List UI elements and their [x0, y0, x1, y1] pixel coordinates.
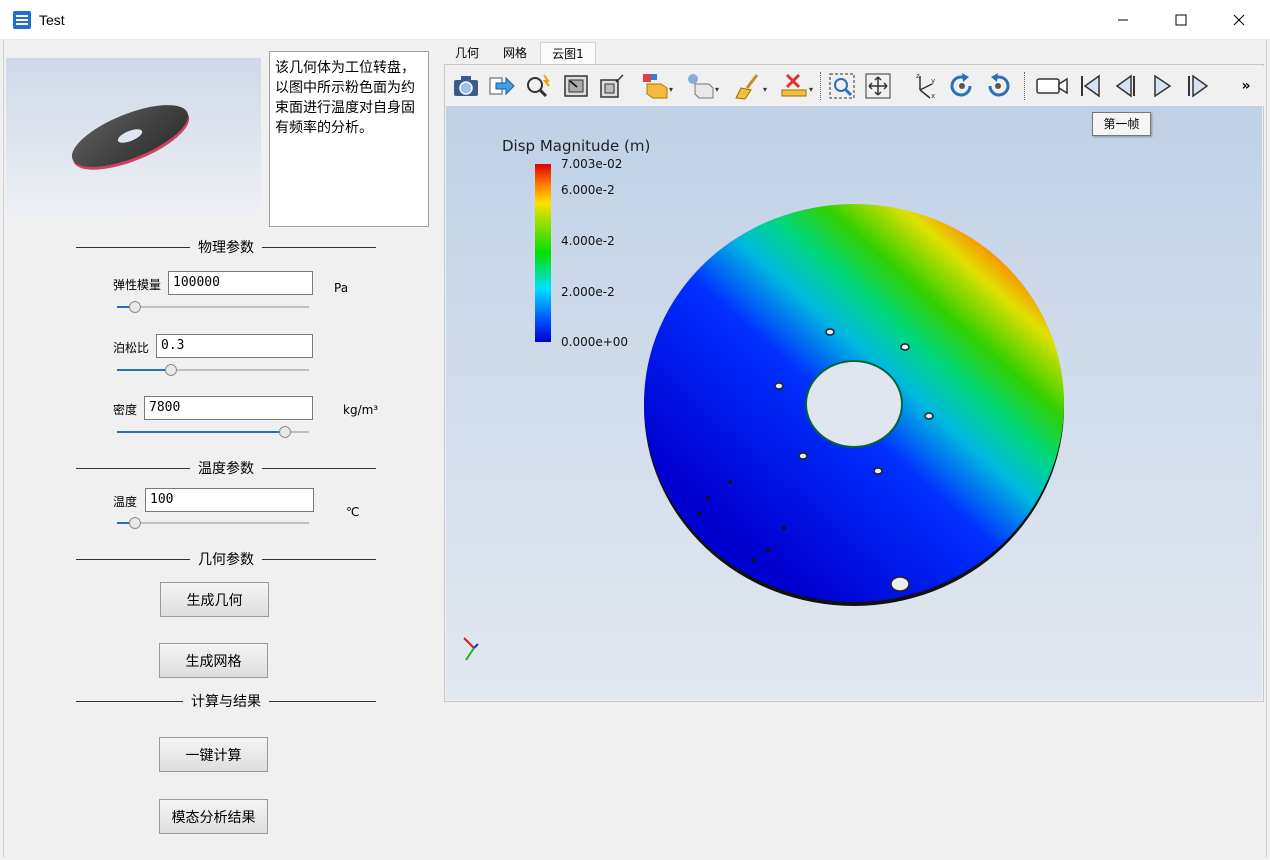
slider-thumb[interactable]: [129, 301, 141, 313]
geometry-preview: [6, 58, 261, 220]
legend-tick-2e-2: 2.000e-2: [561, 285, 615, 299]
generate-geometry-button[interactable]: 生成几何: [160, 582, 269, 617]
light-cube-icon[interactable]: ▾: [684, 70, 724, 102]
slider-thumb[interactable]: [165, 364, 177, 376]
section-title: 温度参数: [190, 461, 262, 477]
modal-result-button[interactable]: 模态分析结果: [159, 799, 268, 834]
one-click-compute-button[interactable]: 一键计算: [159, 737, 268, 772]
view-fit-icon[interactable]: [560, 70, 592, 102]
play-icon[interactable]: [1146, 70, 1178, 102]
minimize-icon: [1118, 19, 1128, 21]
maximize-icon: [1175, 14, 1187, 26]
elastic-modulus-slider[interactable]: [117, 300, 309, 314]
rotate-ccw-icon[interactable]: [982, 70, 1014, 102]
brush-icon[interactable]: ▾: [732, 70, 772, 102]
density-unit: kg/m³: [343, 403, 379, 417]
tooltip-first-frame: 第一帧: [1092, 112, 1151, 136]
legend-tick-6e-2: 6.000e-2: [561, 183, 615, 197]
poisson-ratio-label: 泊松比: [113, 341, 150, 355]
disk-preview-image: [71, 105, 190, 170]
minimize-button[interactable]: [1094, 0, 1152, 40]
rotate-cw-icon[interactable]: [946, 70, 978, 102]
svg-text:x: x: [931, 92, 935, 100]
view-box-icon[interactable]: [596, 70, 628, 102]
section-title: 物理参数: [190, 240, 262, 256]
legend-tick-4e-2: 4.000e-2: [561, 234, 615, 248]
slider-thumb[interactable]: [279, 426, 291, 438]
poisson-ratio-slider[interactable]: [117, 363, 309, 377]
svg-text:▾: ▾: [809, 85, 813, 94]
title-bar: Test: [0, 0, 1270, 40]
description-text: 该几何体为工位转盘，以图中所示粉色面为约束面进行温度对自身固有频率的分析。: [269, 51, 429, 227]
record-icon[interactable]: [1034, 70, 1070, 102]
app-icon: [13, 11, 31, 29]
legend-title: Disp Magnitude (m): [502, 137, 651, 155]
close-button[interactable]: [1210, 0, 1268, 40]
tab-geometry[interactable]: 几何: [444, 42, 490, 64]
prev-frame-icon[interactable]: [1110, 70, 1142, 102]
svg-text:▾: ▾: [715, 85, 719, 94]
svg-text:▾: ▾: [669, 85, 673, 94]
svg-text:z: z: [916, 72, 920, 80]
close-icon: [1233, 14, 1245, 26]
window-title: Test: [39, 12, 65, 28]
svg-text:▾: ▾: [763, 85, 767, 94]
elastic-modulus-label: 弹性模量: [113, 278, 162, 292]
elastic-modulus-unit: Pa: [334, 281, 349, 295]
camera-icon[interactable]: [450, 70, 482, 102]
toolbar-overflow-button[interactable]: »: [1234, 70, 1258, 102]
tab-contour[interactable]: 云图1: [540, 42, 596, 64]
density-slider[interactable]: [117, 425, 309, 439]
pan-icon[interactable]: [862, 70, 894, 102]
elastic-modulus-input[interactable]: 100000: [168, 271, 313, 295]
section-title: 计算与结果: [183, 694, 269, 710]
zoom-box-icon[interactable]: [826, 70, 858, 102]
legend-tick-min: 0.000e+00: [561, 335, 629, 349]
section-title: 几何参数: [190, 552, 262, 568]
viewer-toolbar: ▾ ▾ ▾ ▾ z yx »: [446, 66, 1264, 106]
color-scale-bar: [535, 164, 551, 342]
temperature-label: 温度: [113, 495, 138, 509]
temperature-slider[interactable]: [117, 516, 309, 530]
section-physical-params: 物理参数: [76, 237, 376, 257]
maximize-button[interactable]: [1152, 0, 1210, 40]
section-compute-results: 计算与结果: [76, 691, 376, 711]
generate-mesh-button[interactable]: 生成网格: [159, 643, 268, 678]
color-cube-icon[interactable]: ▾: [638, 70, 678, 102]
svg-text:y: y: [931, 77, 935, 85]
density-label: 密度: [113, 403, 138, 417]
density-input[interactable]: 7800: [144, 396, 313, 420]
tab-mesh[interactable]: 网格: [492, 42, 538, 64]
section-temperature-params: 温度参数: [76, 458, 376, 478]
pick-icon[interactable]: [522, 70, 554, 102]
axis-icon[interactable]: z yx: [908, 70, 940, 102]
section-geometry-params: 几何参数: [76, 549, 376, 569]
poisson-ratio-input[interactable]: 0.3: [156, 334, 313, 358]
export-arrow-icon[interactable]: [486, 70, 518, 102]
next-frame-icon[interactable]: [1182, 70, 1214, 102]
legend-tick-max: 7.003e-02: [561, 157, 623, 171]
orientation-axes-icon: [463, 637, 479, 661]
slider-thumb[interactable]: [129, 517, 141, 529]
temperature-unit: ℃: [346, 505, 360, 519]
first-frame-icon[interactable]: [1074, 70, 1106, 102]
temperature-input[interactable]: 100: [145, 488, 314, 512]
measure-icon[interactable]: ▾: [778, 70, 818, 102]
